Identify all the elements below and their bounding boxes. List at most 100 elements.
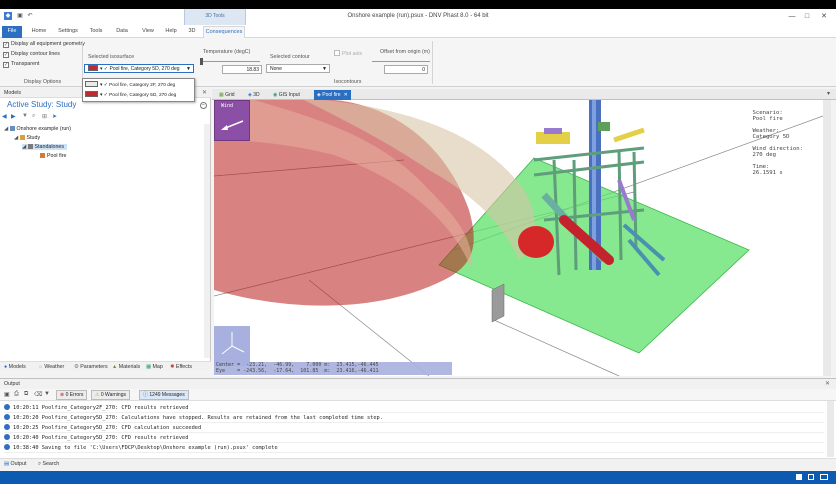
warnings-button[interactable]: ⚠ 0 Warnings xyxy=(91,390,130,400)
close-icon[interactable]: ✕ xyxy=(344,92,348,98)
3d-viewport[interactable]: Wind Scenario: Pool fire Weather: Catego… xyxy=(214,100,823,376)
option-label: Pool fire, Category 5D, 270 deg xyxy=(109,93,177,98)
camera-coordinates: Center = -23.21, -46.99, 7.000 m: 23.415… xyxy=(214,362,452,375)
tree-scrollbar[interactable] xyxy=(204,124,210,358)
output-tabs: ▤ Output ⌕ Search xyxy=(0,458,836,469)
wind-arrow-icon xyxy=(221,120,244,130)
log-text: 10:20:11 Poolfire_Category2F_270: CFD re… xyxy=(13,405,189,411)
log-row[interactable]: 10:20:40 Poolfire_Category5D_270: CFD re… xyxy=(4,433,824,443)
display-all-equipment-checkbox[interactable]: ✓ Display all equipment geometry xyxy=(3,41,85,48)
offset-slider[interactable] xyxy=(372,61,430,62)
close-icon[interactable]: ✕ xyxy=(825,380,830,387)
log-row[interactable]: 10:38:40 Saving to file 'C:\Users\FDCP\D… xyxy=(4,443,824,453)
context-group-label: 3D Tools xyxy=(205,13,225,19)
tab-view[interactable]: View xyxy=(138,26,158,38)
notification-icon[interactable] xyxy=(796,474,802,480)
tab-help[interactable]: Help xyxy=(162,26,180,38)
info-icon xyxy=(4,424,10,430)
isosurface-select[interactable]: ▾ ✓ Pool fire, Category 5D, 270 deg ▼ xyxy=(84,64,194,73)
tab-3d-view[interactable]: ◈ 3D xyxy=(245,90,263,100)
tab-parameters[interactable]: ⚙ Parameters xyxy=(74,364,108,370)
tab-materials[interactable]: ▲ Materials xyxy=(112,364,140,370)
tab-pool-fire[interactable]: ◈ Pool fire ✕ xyxy=(314,90,351,100)
tab-file[interactable]: File xyxy=(2,26,22,38)
expand-icon[interactable]: ⊞ xyxy=(42,113,47,120)
tab-weather[interactable]: ☼ Weather xyxy=(38,364,64,370)
network-icon[interactable] xyxy=(808,474,814,480)
filter-icon[interactable]: ▼ xyxy=(22,113,28,119)
close-icon[interactable]: ✕ xyxy=(202,89,207,96)
tab-map[interactable]: ▦ Map xyxy=(146,364,163,370)
maximize-button[interactable]: □ xyxy=(801,12,813,22)
temperature-input[interactable]: 18.83 xyxy=(222,65,262,74)
tab-label: Output xyxy=(10,461,27,467)
barrier-wall xyxy=(491,283,505,323)
filter-icon[interactable]: ▼ xyxy=(44,391,50,397)
print-icon[interactable]: ⎙ xyxy=(14,391,19,398)
display-contour-lines-checkbox[interactable]: ✓ Display contour lines xyxy=(3,51,60,58)
selected-contour-label: Selected contour xyxy=(270,54,310,60)
messages-button[interactable]: ⓘ 1249 Messages xyxy=(139,390,189,400)
plot-axis-checkbox[interactable]: Plot axis xyxy=(334,50,362,57)
checkbox-label: Display all equipment geometry xyxy=(11,41,85,47)
check-icon: ✓ xyxy=(3,62,9,68)
log-row[interactable]: 10:20:11 Poolfire_Category2F_270: CFD re… xyxy=(4,403,824,413)
tab-label: Search xyxy=(42,461,60,467)
close-button[interactable]: ✕ xyxy=(818,12,830,22)
tab-tools[interactable]: Tools xyxy=(86,26,106,38)
eye-coordinates: Eye = -243.56, -17.64, 101.85 m: 23.416,… xyxy=(216,368,379,374)
tree-item-pool-fire[interactable]: Pool fire xyxy=(40,153,66,159)
log-row[interactable]: 10:20:20 Poolfire_Category5D_270: Calcul… xyxy=(4,413,824,423)
tree-toolbar: ◀ ▶ ▼ ⌕ ⊞ ➤ xyxy=(2,113,207,122)
battery-icon[interactable] xyxy=(820,474,828,480)
taskbar xyxy=(0,471,836,484)
offset-input[interactable]: 0 xyxy=(384,65,428,74)
tree-item-standalones[interactable]: ◢ Standalones xyxy=(22,144,67,150)
transparent-checkbox[interactable]: ✓ Transparent xyxy=(3,61,39,68)
collapse-icon[interactable]: − xyxy=(200,102,207,109)
axis-triad-icon xyxy=(221,332,245,355)
color-swatch xyxy=(85,81,98,87)
info-icon xyxy=(4,414,10,420)
output-scrollbar[interactable] xyxy=(827,401,834,457)
add-icon[interactable]: ◀ xyxy=(2,113,7,120)
isosurface-option[interactable]: ▾ ✓ Pool fire, Category 5D, 270 deg xyxy=(85,91,193,100)
study-icon xyxy=(19,135,25,140)
tree-item-study[interactable]: ◢ Study xyxy=(14,135,40,141)
tree-item-workspace[interactable]: ◢ Onshore example (run) xyxy=(4,126,71,132)
check-icon: ✓ xyxy=(3,42,9,48)
tab-label: Parameters xyxy=(80,364,108,370)
log-row[interactable]: 10:20:25 Poolfire_Category5D_270: CFD ca… xyxy=(4,423,824,433)
active-study-title: Active Study: Study xyxy=(7,100,77,109)
find-icon[interactable]: ⌕ xyxy=(32,113,35,120)
tab-grid[interactable]: ▦ Grid xyxy=(216,90,238,100)
application-window: ◆ ▣ ↶ Onshore example (run).psux - DNV P… xyxy=(0,9,836,471)
errors-button[interactable]: ⊗ 0 Errors xyxy=(56,390,88,400)
minimize-button[interactable]: — xyxy=(786,12,798,22)
forward-icon[interactable]: ▶ xyxy=(11,113,16,120)
tab-gis-input[interactable]: ◉ GIS Input xyxy=(270,90,303,100)
temperature-slider[interactable] xyxy=(200,61,260,62)
run-icon[interactable]: ➤ xyxy=(52,113,57,120)
tab-models[interactable]: ● Models xyxy=(4,364,26,370)
tab-search[interactable]: ⌕ Search xyxy=(38,461,59,468)
tab-output[interactable]: ▤ Output xyxy=(4,461,26,467)
tab-home[interactable]: Home xyxy=(28,26,50,38)
chevron-down-icon[interactable]: ▾ xyxy=(827,90,830,97)
tab-data[interactable]: Data xyxy=(112,26,132,38)
fire-source xyxy=(518,226,554,258)
tab-consequences[interactable]: Consequences xyxy=(203,26,245,38)
title-bar: ◆ ▣ ↶ Onshore example (run).psux - DNV P… xyxy=(0,9,836,25)
save-icon[interactable]: ▣ xyxy=(4,391,10,398)
wind-label: Wind xyxy=(221,103,234,109)
tab-3d[interactable]: 3D xyxy=(185,26,199,38)
viewport-scrollbar[interactable] xyxy=(823,100,831,376)
clear-icon[interactable]: ⌫ xyxy=(34,391,42,398)
isosurface-option[interactable]: ▾ ✓ Pool fire, Category 2F, 270 deg xyxy=(85,81,193,90)
tab-settings[interactable]: Settings xyxy=(56,26,80,38)
contour-select[interactable]: None ▼ xyxy=(266,64,330,73)
copy-icon[interactable]: ⧉ xyxy=(24,391,28,398)
slider-handle[interactable] xyxy=(200,58,203,65)
ribbon-tabs: File Home Settings Tools Data View Help … xyxy=(0,25,836,38)
tab-effects[interactable]: ✸ Effects xyxy=(170,364,192,370)
